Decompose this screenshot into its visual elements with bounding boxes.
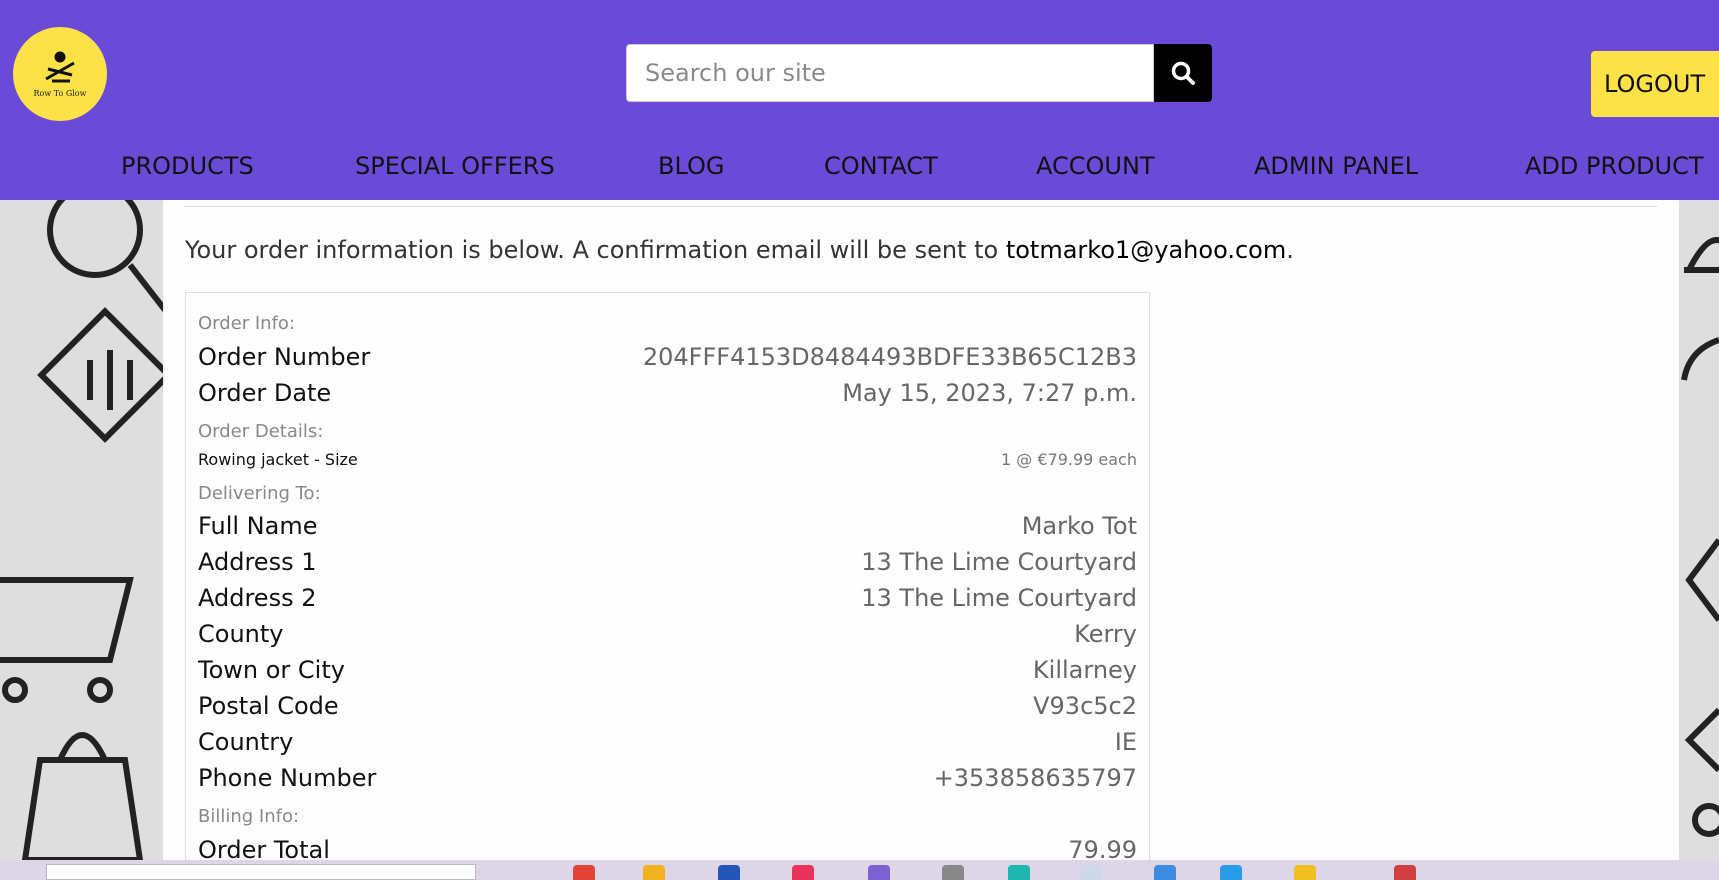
- taskbar-app-icon[interactable]: [718, 865, 740, 880]
- taskbar-app-icon[interactable]: [1294, 865, 1316, 880]
- full-name-label: Full Name: [198, 512, 318, 540]
- address1-value: 13 The Lime Courtyard: [861, 548, 1137, 576]
- search-button[interactable]: [1154, 44, 1212, 102]
- item-quantity-price: 1 @ €79.99 each: [1000, 450, 1137, 469]
- divider: [185, 206, 1658, 207]
- taskbar-app-icon[interactable]: [1008, 865, 1030, 880]
- confirmation-message: Your order information is below. A confi…: [185, 236, 1294, 264]
- order-details-label: Order Details:: [198, 421, 324, 442]
- order-date-value: May 15, 2023, 7:27 p.m.: [842, 379, 1137, 407]
- town-label: Town or City: [198, 656, 345, 684]
- taskbar-app-icon[interactable]: [1154, 865, 1176, 880]
- taskbar-app-icon[interactable]: [1220, 865, 1242, 880]
- rower-logo-icon: [45, 51, 75, 82]
- search-input[interactable]: [626, 44, 1154, 102]
- logout-button[interactable]: LOGOUT: [1591, 51, 1719, 117]
- order-date-label: Order Date: [198, 379, 332, 407]
- order-summary: Order Info: Order Number 204FFF4153D8484…: [185, 292, 1150, 872]
- taskbar-app-icon[interactable]: [868, 865, 890, 880]
- search-icon: [1171, 61, 1195, 85]
- nav-item-products[interactable]: PRODUCTS: [121, 152, 254, 180]
- order-confirmation: Your order information is below. A confi…: [163, 200, 1679, 872]
- confirmation-end: .: [1286, 236, 1294, 264]
- item-name: Rowing jacket - Size: [198, 450, 358, 469]
- address2-value: 13 The Lime Courtyard: [861, 584, 1137, 612]
- county-value: Kerry: [1074, 620, 1137, 648]
- town-value: Killarney: [1032, 656, 1137, 684]
- nav-item-blog[interactable]: BLOG: [658, 152, 724, 180]
- nav-item-special-offers[interactable]: SPECIAL OFFERS: [355, 152, 555, 180]
- address1-label: Address 1: [198, 548, 317, 576]
- nav-item-contact[interactable]: CONTACT: [824, 152, 938, 180]
- taskbar-app-icon[interactable]: [643, 865, 665, 880]
- search-bar: [626, 44, 1212, 102]
- logo-text: Row To Glow: [33, 88, 87, 98]
- taskbar-app-icon[interactable]: [1080, 865, 1102, 880]
- shopping-pattern-icon: [0, 200, 165, 860]
- order-number-label: Order Number: [198, 343, 371, 371]
- confirmation-email: totmarko1@yahoo.com: [1005, 236, 1287, 264]
- phone-label: Phone Number: [198, 764, 377, 792]
- background-pattern-right: [1679, 200, 1719, 860]
- taskbar-app-icon[interactable]: [942, 865, 964, 880]
- confirmation-text: Your order information is below. A confi…: [185, 236, 1006, 264]
- nav-item-account[interactable]: ACCOUNT: [1036, 152, 1155, 180]
- main-nav: PRODUCTS SPECIAL OFFERS BLOG CONTACT ACC…: [0, 152, 1719, 192]
- country-value: IE: [1114, 728, 1137, 756]
- order-info-label: Order Info:: [198, 313, 296, 334]
- billing-info-label: Billing Info:: [198, 806, 300, 827]
- country-label: Country: [198, 728, 294, 756]
- county-label: County: [198, 620, 284, 648]
- site-logo[interactable]: Row To Glow: [13, 27, 107, 121]
- postal-code-label: Postal Code: [198, 692, 339, 720]
- taskbar-app-icon[interactable]: [792, 865, 814, 880]
- taskbar-search[interactable]: [46, 864, 476, 880]
- taskbar-app-icon[interactable]: [1394, 865, 1416, 880]
- address2-label: Address 2: [198, 584, 317, 612]
- site-header: Row To Glow LOGOUT PRODUCTS SPECIAL OFFE…: [0, 0, 1719, 200]
- os-taskbar: [0, 860, 1719, 880]
- nav-item-add-product[interactable]: ADD PRODUCT: [1525, 152, 1704, 180]
- nav-item-admin-panel[interactable]: ADMIN PANEL: [1254, 152, 1418, 180]
- phone-value: +353858635797: [933, 764, 1137, 792]
- taskbar-app-icon[interactable]: [573, 865, 595, 880]
- full-name-value: Marko Tot: [1021, 512, 1137, 540]
- postal-code-value: V93c5c2: [1033, 692, 1137, 720]
- order-number-value: 204FFF4153D8484493BDFE33B65C12B3: [642, 343, 1137, 371]
- shopping-pattern-icon: [1681, 237, 1719, 837]
- background-pattern-left: [0, 200, 165, 860]
- delivering-to-label: Delivering To:: [198, 483, 321, 504]
